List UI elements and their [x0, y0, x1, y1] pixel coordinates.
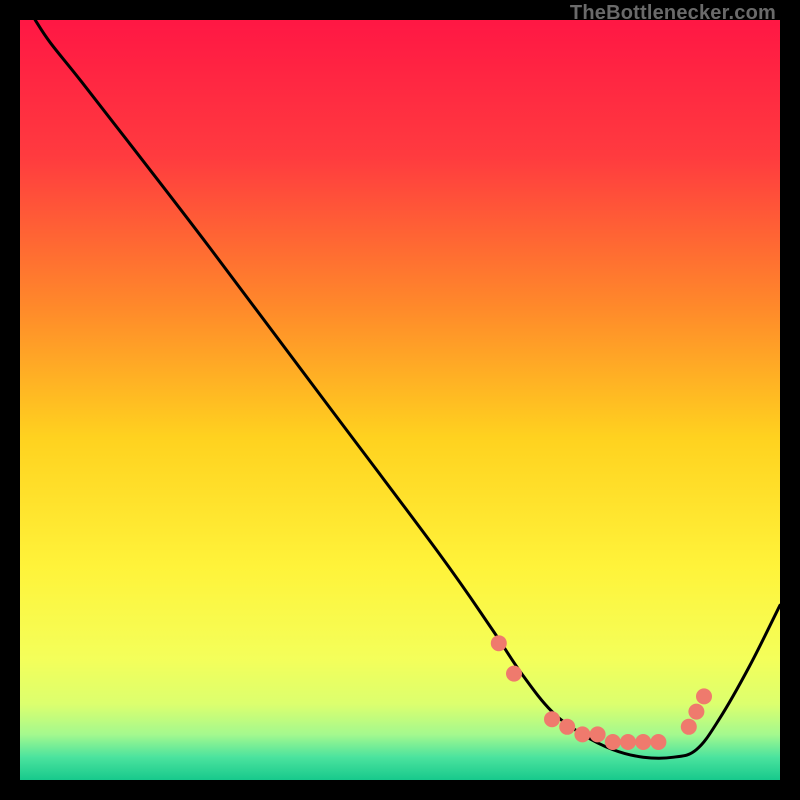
marker-dot	[681, 719, 697, 735]
curve-layer	[20, 20, 780, 780]
marker-dot	[590, 726, 606, 742]
marker-dots	[491, 635, 712, 750]
marker-dot	[635, 734, 651, 750]
marker-dot	[574, 726, 590, 742]
marker-dot	[650, 734, 666, 750]
bottleneck-curve	[35, 20, 780, 758]
marker-dot	[688, 704, 704, 720]
marker-dot	[620, 734, 636, 750]
marker-dot	[544, 711, 560, 727]
marker-dot	[506, 666, 522, 682]
marker-dot	[559, 719, 575, 735]
marker-dot	[491, 635, 507, 651]
marker-dot	[605, 734, 621, 750]
marker-dot	[696, 688, 712, 704]
plot-area	[20, 20, 780, 780]
chart-frame: TheBottlenecker.com	[0, 0, 800, 800]
